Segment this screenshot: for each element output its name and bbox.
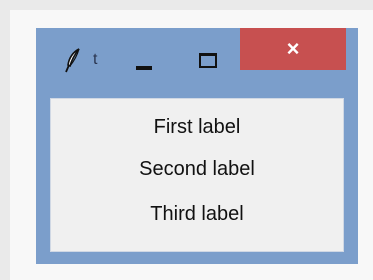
window-title: t <box>93 51 98 68</box>
second-label: Second label <box>139 158 255 180</box>
feather-icon <box>64 47 84 73</box>
close-icon: × <box>286 36 300 61</box>
app-window: t × First label Second label Third label <box>36 28 358 264</box>
minimize-button[interactable] <box>128 42 168 78</box>
third-label: Third label <box>150 203 244 225</box>
first-label: First label <box>153 116 241 138</box>
minimize-icon <box>136 66 152 70</box>
close-button[interactable]: × <box>240 28 346 70</box>
maximize-button[interactable] <box>192 42 232 78</box>
title-bar[interactable]: t × <box>36 28 358 90</box>
maximize-icon <box>199 53 217 68</box>
window-content: First label Second label Third label <box>50 98 344 252</box>
